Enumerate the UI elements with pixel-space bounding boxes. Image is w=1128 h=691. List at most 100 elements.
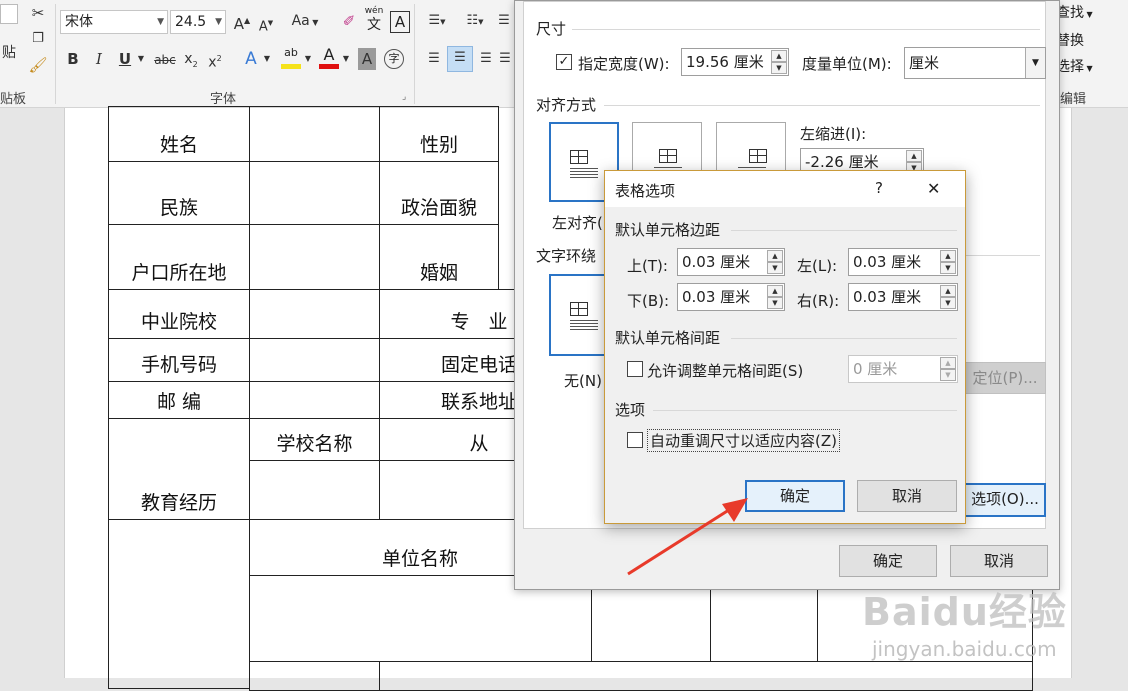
italic-icon[interactable]: I — [90, 48, 108, 70]
chevron-down-icon[interactable]: ▼ — [135, 48, 147, 70]
position-button[interactable]: 定位(P)... — [964, 362, 1046, 394]
change-case-button[interactable]: Aa ▼ — [288, 10, 322, 34]
ok-button[interactable]: 确定 — [839, 545, 937, 577]
right-margin-spinner[interactable]: 0.03 厘米 ▲ ▼ — [848, 283, 958, 311]
align-right-icon[interactable]: ☰ — [476, 48, 496, 70]
spin-up-icon[interactable]: ▲ — [771, 50, 787, 62]
spin-down-icon[interactable]: ▼ — [767, 262, 783, 274]
paste-icon[interactable] — [0, 4, 18, 24]
top-margin-spinner[interactable]: 0.03 厘米 ▲ ▼ — [677, 248, 785, 276]
phonetic-guide-char: 文 — [367, 17, 381, 33]
cancel-button[interactable]: 取消 — [950, 545, 1048, 577]
strikethrough-icon[interactable]: abc — [152, 49, 178, 71]
spin-up-icon[interactable]: ▲ — [940, 250, 956, 262]
table-cell[interactable] — [249, 161, 380, 225]
spin-down-icon[interactable]: ▼ — [771, 62, 787, 74]
clear-format-icon[interactable]: ✐ — [340, 10, 358, 32]
table-cell[interactable]: 学校名称 — [249, 418, 380, 461]
top-margin-value: 0.03 厘米 — [682, 253, 751, 271]
table-cell[interactable] — [108, 519, 250, 689]
measure-unit-select[interactable]: 厘米 ▼ — [904, 47, 1046, 79]
bottom-margin-spinner[interactable]: 0.03 厘米 ▲ ▼ — [677, 283, 785, 311]
section-divider — [572, 29, 1040, 30]
replace-button[interactable]: 替换 — [1056, 30, 1084, 50]
options-button[interactable]: 选项(O)... — [964, 483, 1046, 517]
left-margin-label: 左(L): — [797, 257, 838, 275]
table-cell[interactable]: 政治面貌 — [379, 161, 499, 225]
bullets-icon[interactable]: ☰▼ — [424, 10, 450, 33]
table-cell[interactable] — [249, 460, 380, 520]
multilevel-list-icon[interactable]: ☰ — [494, 10, 514, 32]
table-cell[interactable]: 户口所在地 — [108, 224, 250, 290]
table-cell[interactable]: 性别 — [379, 106, 499, 162]
table-cell[interactable]: 手机号码 — [108, 338, 250, 382]
table-cell[interactable]: 中业院校 — [108, 289, 250, 339]
font-name-combo[interactable]: 宋体 ▼ — [60, 10, 168, 34]
spin-up-icon[interactable]: ▲ — [767, 285, 783, 297]
subscript-icon[interactable]: x2 — [182, 48, 200, 76]
help-icon[interactable]: ? — [875, 179, 883, 197]
table-cell[interactable]: 邮 编 — [108, 381, 250, 419]
dialog-launcher-icon[interactable]: ⌟ — [402, 92, 406, 102]
phonetic-guide-pinyin: wén — [364, 6, 384, 16]
enclose-characters-icon[interactable]: 字 — [384, 49, 404, 69]
table-cell[interactable]: 教育经历 — [108, 418, 250, 520]
table-cell[interactable] — [249, 106, 380, 162]
spin-down-icon[interactable]: ▼ — [940, 297, 956, 309]
table-cell[interactable]: 民族 — [108, 161, 250, 225]
font-size-combo[interactable]: 24.5 ▼ — [170, 10, 226, 34]
cancel-button[interactable]: 取消 — [857, 480, 957, 512]
table-cell[interactable] — [249, 224, 380, 290]
close-icon[interactable]: ✕ — [927, 179, 940, 198]
text-effects-icon[interactable]: A — [240, 48, 262, 70]
select-button[interactable]: 选择 ▼ — [1056, 56, 1093, 76]
autofit-label: 自动重调尺寸以适应内容(Z) — [647, 429, 840, 452]
allow-spacing-checkbox[interactable] — [627, 361, 643, 377]
font-color-icon[interactable]: A — [318, 46, 340, 70]
measure-unit-value: 厘米 — [909, 54, 940, 72]
phonetic-guide-icon[interactable]: wén 文 — [363, 6, 385, 34]
left-margin-spinner[interactable]: 0.03 厘米 ▲ ▼ — [848, 248, 958, 276]
spin-down-icon[interactable]: ▼ — [940, 262, 956, 274]
spin-down-icon[interactable]: ▼ — [767, 297, 783, 309]
bold-icon[interactable]: B — [64, 48, 82, 70]
table-cell[interactable] — [249, 338, 380, 382]
numbering-icon[interactable]: ☷▼ — [462, 10, 488, 33]
paste-button[interactable]: 贴 — [0, 42, 18, 64]
options-section-title: 选项 — [615, 401, 646, 419]
format-painter-icon[interactable]: 🖌 — [28, 54, 48, 76]
character-shading-icon[interactable]: A — [358, 48, 376, 70]
spin-up-icon[interactable]: ▲ — [767, 250, 783, 262]
width-spinner[interactable]: 19.56 厘米 ▲ ▼ — [681, 48, 789, 76]
autofit-checkbox[interactable] — [627, 432, 643, 448]
chevron-down-icon[interactable]: ▼ — [303, 48, 313, 70]
highlight-icon[interactable]: ab — [280, 46, 302, 70]
spin-up-icon[interactable]: ▲ — [906, 150, 922, 162]
align-center-icon[interactable]: ☰ — [447, 46, 473, 72]
table-cell[interactable]: 婚姻 — [379, 224, 499, 290]
spacing-value: 0 厘米 — [853, 360, 898, 378]
specify-width-checkbox[interactable]: ✓ — [556, 54, 572, 70]
table-cell[interactable] — [249, 289, 380, 339]
superscript-icon[interactable]: x2 — [206, 48, 224, 74]
chevron-down-icon[interactable]: ▼ — [262, 48, 272, 70]
character-border-icon[interactable]: A — [390, 11, 410, 33]
justify-icon[interactable]: ☰ — [498, 48, 512, 70]
spin-up-icon[interactable]: ▲ — [940, 285, 956, 297]
table-icon — [570, 302, 588, 316]
table-cell[interactable] — [249, 661, 380, 691]
ok-button[interactable]: 确定 — [745, 480, 845, 512]
grow-font-icon[interactable]: A▲ — [232, 10, 252, 35]
change-case-label: Aa — [291, 13, 310, 29]
shrink-font-icon[interactable]: A▼ — [256, 12, 276, 38]
copy-icon[interactable]: ❐ — [28, 28, 48, 50]
cut-icon[interactable]: ✂ — [28, 2, 48, 24]
table-cell[interactable]: 姓名 — [108, 106, 250, 162]
table-icon — [659, 149, 677, 163]
find-button[interactable]: 查找 ▼ — [1056, 2, 1093, 22]
chevron-down-icon[interactable]: ▼ — [341, 48, 351, 70]
underline-icon[interactable]: U — [116, 48, 134, 70]
chevron-down-icon[interactable]: ▼ — [1025, 48, 1045, 78]
table-cell[interactable] — [249, 381, 380, 419]
align-left-icon[interactable]: ☰ — [424, 48, 444, 70]
